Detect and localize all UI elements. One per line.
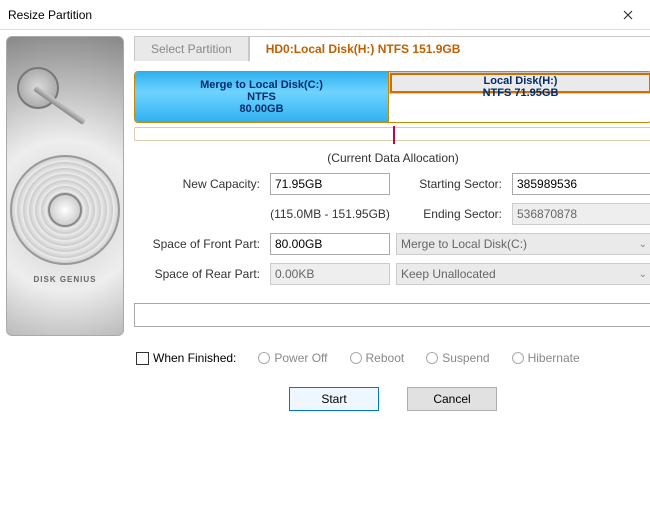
allocation-caption: (Current Data Allocation) (134, 151, 650, 165)
segment-fs: NTFS (247, 91, 276, 103)
radio-hibernate: Hibernate (512, 351, 580, 365)
progress-bar (134, 303, 650, 327)
radio-icon (258, 352, 270, 364)
rear-part-input[interactable] (270, 263, 390, 285)
front-part-label: Space of Front Part: (134, 237, 264, 251)
when-finished-checkbox[interactable]: When Finished: (136, 351, 236, 365)
new-capacity-label: New Capacity: (134, 177, 264, 191)
partition-map[interactable]: Merge to Local Disk(C:) NTFS 80.00GB Loc… (134, 71, 650, 123)
radio-reboot: Reboot (350, 351, 405, 365)
front-part-select-value: Merge to Local Disk(C:) (401, 237, 527, 251)
rear-part-select-value: Keep Unallocated (401, 267, 496, 281)
partition-segment-h[interactable]: Local Disk(H:) NTFS 71.95GB (389, 72, 650, 94)
radio-suspend: Suspend (426, 351, 489, 365)
start-button[interactable]: Start (289, 387, 379, 411)
segment-title: Local Disk(H:) (484, 75, 558, 87)
radio-power-off: Power Off (258, 351, 327, 365)
rear-part-select[interactable]: Keep Unallocated ⌄ (396, 263, 650, 285)
chevron-down-icon: ⌄ (639, 269, 647, 280)
branding-sidebar: DISK GENIUS (0, 30, 130, 515)
front-part-input[interactable] (270, 233, 390, 255)
chevron-down-icon: ⌄ (639, 239, 647, 250)
starting-sector-label: Starting Sector: (396, 177, 506, 191)
partition-segment-merge-c[interactable]: Merge to Local Disk(C:) NTFS 80.00GB (135, 72, 389, 122)
close-button[interactable] (605, 0, 650, 30)
capacity-range-hint: (115.0MB - 151.95GB) (270, 207, 390, 221)
ending-sector-label: Ending Sector: (396, 207, 506, 221)
hdd-arm-icon (17, 67, 73, 123)
hdd-hub-icon (48, 193, 82, 227)
window-title: Resize Partition (8, 8, 92, 22)
slider-handle-icon[interactable] (393, 126, 395, 144)
tab-current-partition[interactable]: HD0:Local Disk(H:) NTFS 151.9GB (249, 36, 650, 62)
when-finished-label: When Finished: (153, 351, 236, 365)
front-part-select[interactable]: Merge to Local Disk(C:) ⌄ (396, 233, 650, 255)
brand-label: DISK GENIUS (33, 275, 96, 284)
rear-part-label: Space of Rear Part: (134, 267, 264, 281)
tab-strip: Select Partition HD0:Local Disk(H:) NTFS… (134, 36, 650, 61)
radio-icon (350, 352, 362, 364)
segment-fs: NTFS 71.95GB (483, 87, 559, 99)
segment-size: 80.00GB (239, 103, 283, 115)
ending-sector-input (512, 203, 650, 225)
radio-icon (426, 352, 438, 364)
segment-title: Merge to Local Disk(C:) (200, 79, 323, 91)
cancel-button[interactable]: Cancel (407, 387, 497, 411)
checkbox-icon (136, 352, 149, 365)
resize-slider[interactable] (134, 127, 650, 141)
hdd-illustration: DISK GENIUS (6, 36, 124, 336)
new-capacity-input[interactable] (270, 173, 390, 195)
close-icon (623, 10, 633, 20)
radio-icon (512, 352, 524, 364)
starting-sector-input[interactable] (512, 173, 650, 195)
tab-select-partition[interactable]: Select Partition (134, 36, 249, 61)
